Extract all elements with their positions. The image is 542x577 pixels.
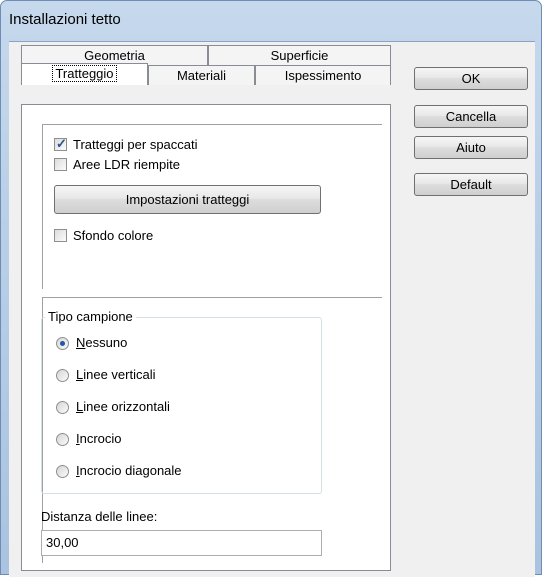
- check-icon: ✓: [56, 136, 67, 151]
- tab-tratteggio[interactable]: Tratteggio: [21, 63, 148, 85]
- radio-none[interactable]: [56, 337, 69, 350]
- line-distance-value: 30,00: [46, 535, 79, 550]
- tab-geometria[interactable]: Geometria: [21, 45, 208, 65]
- radio-cross[interactable]: [56, 433, 69, 446]
- radio-vertical-lines[interactable]: [56, 369, 69, 382]
- section-divider: [42, 124, 382, 126]
- hatch-sections-label: Tratteggi per spaccati: [73, 137, 198, 152]
- title-bar[interactable]: Installazioni tetto: [1, 1, 541, 41]
- window-title: Installazioni tetto: [9, 11, 121, 28]
- filled-ldr-checkbox[interactable]: [54, 158, 67, 171]
- bg-color-label: Sfondo colore: [73, 228, 154, 243]
- hatch-sections-checkbox[interactable]: ✓: [54, 136, 67, 151]
- dialog-window: Installazioni tetto Geometria Superficie…: [0, 0, 542, 577]
- filled-ldr-label: Aree LDR riempite: [73, 157, 180, 172]
- radio-horizontal-lines-label: Linee orizzontali: [76, 399, 170, 414]
- tab-materiali[interactable]: Materiali: [148, 65, 255, 85]
- cancel-button[interactable]: Cancella: [414, 105, 528, 128]
- section-divider: [42, 297, 382, 299]
- tab-label: Geometria: [84, 48, 145, 63]
- tab-ispessimento[interactable]: Ispessimento: [255, 65, 391, 85]
- bg-color-checkbox[interactable]: [54, 229, 67, 242]
- tab-label: Materiali: [176, 68, 227, 83]
- tab-superficie[interactable]: Superficie: [208, 45, 391, 65]
- radio-horizontal-lines[interactable]: [56, 401, 69, 414]
- pattern-type-legend: Tipo campione: [45, 309, 136, 324]
- hatch-settings-button[interactable]: Impostazioni tratteggi: [54, 185, 321, 214]
- radio-selected-dot: [60, 341, 65, 346]
- dialog-client-area: Geometria Superficie Tratteggio Material…: [9, 41, 535, 577]
- tab-label: Ispessimento: [284, 68, 362, 83]
- line-distance-input[interactable]: 30,00: [41, 530, 322, 556]
- tab-label: Superficie: [270, 48, 329, 63]
- help-button[interactable]: Aiuto: [414, 136, 528, 159]
- radio-none-label: Nessuno: [76, 335, 128, 350]
- line-distance-label: Distanza delle linee:: [41, 509, 158, 524]
- tab-label: Tratteggio: [52, 65, 117, 82]
- ok-button[interactable]: OK: [414, 67, 528, 90]
- section-border: [42, 124, 43, 289]
- radio-cross-label: Incrocio: [76, 431, 122, 446]
- radio-diagonal-cross[interactable]: [56, 465, 69, 478]
- default-button[interactable]: Default: [414, 173, 528, 196]
- radio-diagonal-cross-label: Incrocio diagonale: [76, 463, 182, 478]
- radio-vertical-lines-label: Linee verticali: [76, 367, 156, 382]
